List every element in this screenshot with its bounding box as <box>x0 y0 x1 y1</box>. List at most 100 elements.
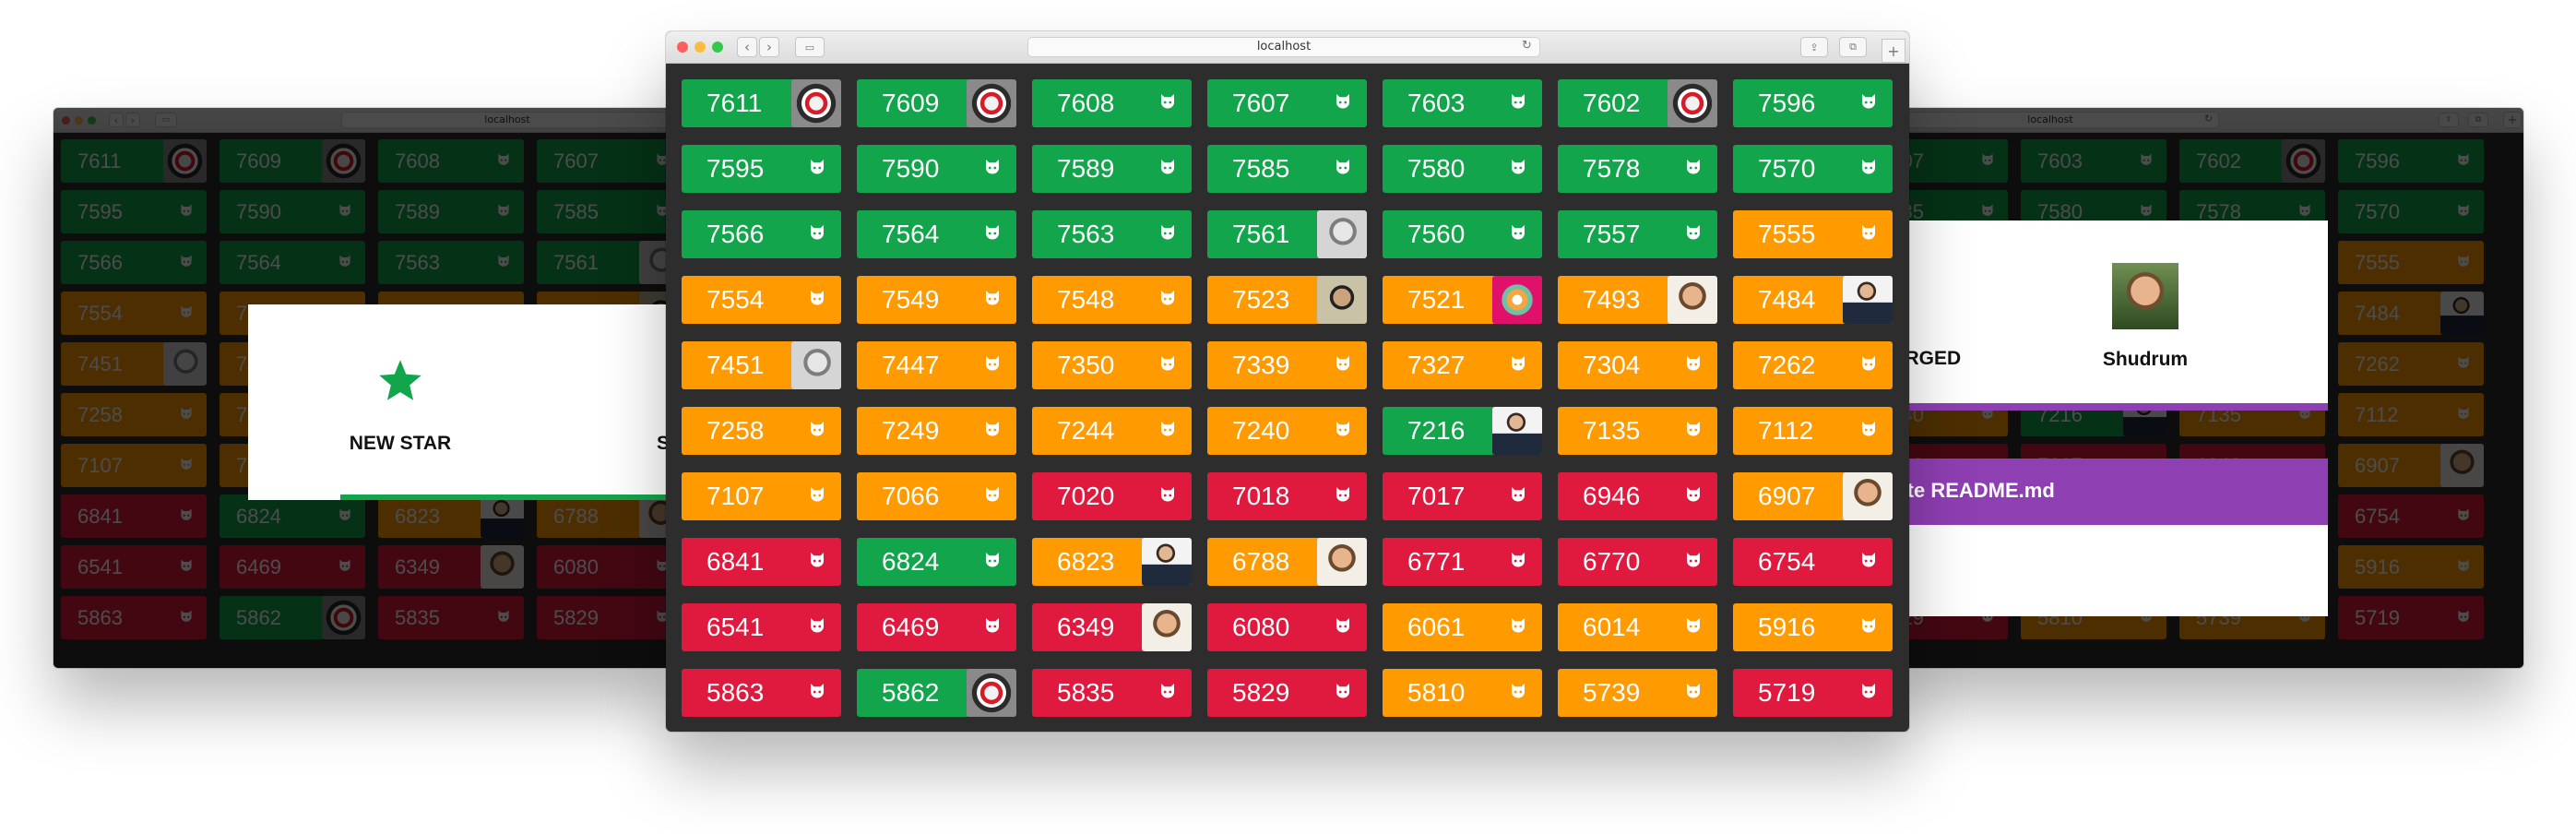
pull-request-tile[interactable]: 7560 <box>1383 210 1542 258</box>
pull-request-tile[interactable]: 7602 <box>1558 79 1717 127</box>
pull-request-tile[interactable]: 6080 <box>1207 603 1367 651</box>
pull-request-tile[interactable]: 5829 <box>1207 669 1367 717</box>
pull-request-tile[interactable]: 7580 <box>1383 145 1542 193</box>
pull-request-tile[interactable]: 7602 <box>2179 139 2325 183</box>
address-bar[interactable]: localhost <box>1027 37 1540 57</box>
address-bar[interactable]: localhost <box>1882 112 2219 128</box>
pull-request-tile[interactable]: 7112 <box>1733 407 1893 455</box>
pull-request-tile[interactable]: 7554 <box>61 292 207 335</box>
pull-request-tile[interactable]: 7589 <box>378 190 524 233</box>
pull-request-tile[interactable]: 7216 <box>1383 407 1542 455</box>
pull-request-tile[interactable]: 7590 <box>220 190 365 233</box>
pull-request-tile[interactable]: 7258 <box>61 393 207 436</box>
pull-request-tile[interactable]: 7570 <box>1733 145 1893 193</box>
pull-request-tile[interactable]: 7249 <box>857 407 1016 455</box>
pull-request-tile[interactable]: 7555 <box>1733 210 1893 258</box>
pull-request-tile[interactable]: 6824 <box>857 538 1016 586</box>
pull-request-tile[interactable]: 5719 <box>1733 669 1893 717</box>
pull-request-tile[interactable]: 5719 <box>2338 596 2484 639</box>
pull-request-tile[interactable]: 6771 <box>1383 538 1542 586</box>
pull-request-tile[interactable]: 5739 <box>1558 669 1717 717</box>
pull-request-tile[interactable]: 7493 <box>1558 276 1717 324</box>
pull-request-tile[interactable]: 7590 <box>857 145 1016 193</box>
pull-request-tile[interactable]: 7447 <box>857 341 1016 389</box>
pull-request-tile[interactable]: 7563 <box>378 241 524 284</box>
pull-request-tile[interactable]: 6823 <box>1032 538 1192 586</box>
pull-request-tile[interactable]: 5862 <box>220 596 365 639</box>
pull-request-tile[interactable]: 7135 <box>1558 407 1717 455</box>
pull-request-tile[interactable]: 7596 <box>2338 139 2484 183</box>
back-button[interactable]: ‹ <box>109 113 124 127</box>
minimize-window-button[interactable] <box>75 116 83 125</box>
pull-request-tile[interactable]: 6907 <box>1733 472 1893 520</box>
pull-request-tile[interactable]: 6841 <box>682 538 841 586</box>
pull-request-tile[interactable]: 6754 <box>2338 494 2484 538</box>
pull-request-tile[interactable]: 7557 <box>1558 210 1717 258</box>
pull-request-tile[interactable]: 7561 <box>537 241 681 284</box>
pull-request-tile[interactable]: 7451 <box>61 342 207 386</box>
new-tab-button[interactable]: + <box>1882 39 1905 63</box>
pull-request-tile[interactable]: 5863 <box>682 669 841 717</box>
pull-request-tile[interactable]: 7240 <box>1207 407 1367 455</box>
pull-request-tile[interactable]: 6841 <box>61 494 207 538</box>
pull-request-tile[interactable]: 6080 <box>537 545 681 589</box>
pull-request-tile[interactable]: 6824 <box>220 494 365 538</box>
pull-request-tile[interactable]: 5835 <box>378 596 524 639</box>
close-window-button[interactable] <box>62 116 70 125</box>
pull-request-tile[interactable]: 7561 <box>1207 210 1367 258</box>
close-window-button[interactable] <box>677 42 688 53</box>
pull-request-tile[interactable]: 7107 <box>61 444 207 487</box>
pull-request-tile[interactable]: 7017 <box>1383 472 1542 520</box>
pull-request-tile[interactable]: 6469 <box>220 545 365 589</box>
pull-request-tile[interactable]: 7549 <box>857 276 1016 324</box>
pull-request-tile[interactable]: 5810 <box>1383 669 1542 717</box>
pull-request-tile[interactable]: 7595 <box>682 145 841 193</box>
pull-request-tile[interactable]: 7020 <box>1032 472 1192 520</box>
pull-request-tile[interactable]: 5863 <box>61 596 207 639</box>
pull-request-tile[interactable]: 7339 <box>1207 341 1367 389</box>
pull-request-tile[interactable]: 6469 <box>857 603 1016 651</box>
pull-request-tile[interactable]: 7555 <box>2338 241 2484 284</box>
pull-request-tile[interactable]: 7596 <box>1733 79 1893 127</box>
zoom-window-button[interactable] <box>712 42 723 53</box>
pull-request-tile[interactable]: 7564 <box>220 241 365 284</box>
tabs-button[interactable]: ⧉ <box>1839 37 1867 57</box>
pull-request-tile[interactable]: 7262 <box>1733 341 1893 389</box>
pull-request-tile[interactable]: 7521 <box>1383 276 1542 324</box>
pull-request-tile[interactable]: 7563 <box>1032 210 1192 258</box>
pull-request-tile[interactable]: 7018 <box>1207 472 1367 520</box>
share-button[interactable]: ⇪ <box>1800 37 1828 57</box>
pull-request-tile[interactable]: 7570 <box>2338 190 2484 233</box>
share-button[interactable]: ⇪ <box>2439 113 2459 127</box>
pull-request-tile[interactable]: 6907 <box>2338 444 2484 487</box>
pull-request-tile[interactable]: 7327 <box>1383 341 1542 389</box>
pull-request-tile[interactable]: 7566 <box>682 210 841 258</box>
pull-request-tile[interactable]: 7484 <box>1733 276 1893 324</box>
pull-request-tile[interactable]: 6754 <box>1733 538 1893 586</box>
pull-request-tile[interactable]: 7611 <box>682 79 841 127</box>
pull-request-tile[interactable]: 6788 <box>537 494 681 538</box>
pull-request-tile[interactable]: 7262 <box>2338 342 2484 386</box>
pull-request-tile[interactable]: 6541 <box>682 603 841 651</box>
reload-icon[interactable]: ↻ <box>2204 113 2213 125</box>
pull-request-tile[interactable]: 7611 <box>61 139 207 183</box>
pull-request-tile[interactable]: 5835 <box>1032 669 1192 717</box>
pull-request-tile[interactable]: 6014 <box>1558 603 1717 651</box>
pull-request-tile[interactable]: 7548 <box>1032 276 1192 324</box>
pull-request-tile[interactable]: 5829 <box>537 596 681 639</box>
pull-request-tile[interactable]: 6541 <box>61 545 207 589</box>
address-bar[interactable]: localhost <box>341 112 673 128</box>
pull-request-tile[interactable]: 6946 <box>1558 472 1717 520</box>
pull-request-tile[interactable]: 7451 <box>682 341 841 389</box>
pull-request-tile[interactable]: 7608 <box>378 139 524 183</box>
pull-request-tile[interactable]: 5862 <box>857 669 1016 717</box>
pull-request-tile[interactable]: 6349 <box>378 545 524 589</box>
pull-request-tile[interactable]: 6788 <box>1207 538 1367 586</box>
pull-request-tile[interactable]: 7107 <box>682 472 841 520</box>
pull-request-tile[interactable]: 7484 <box>2338 292 2484 335</box>
minimize-window-button[interactable] <box>694 42 706 53</box>
pull-request-tile[interactable]: 7304 <box>1558 341 1717 389</box>
new-tab-button[interactable]: + <box>2503 112 2522 128</box>
pull-request-tile[interactable]: 7595 <box>61 190 207 233</box>
pull-request-tile[interactable]: 7523 <box>1207 276 1367 324</box>
